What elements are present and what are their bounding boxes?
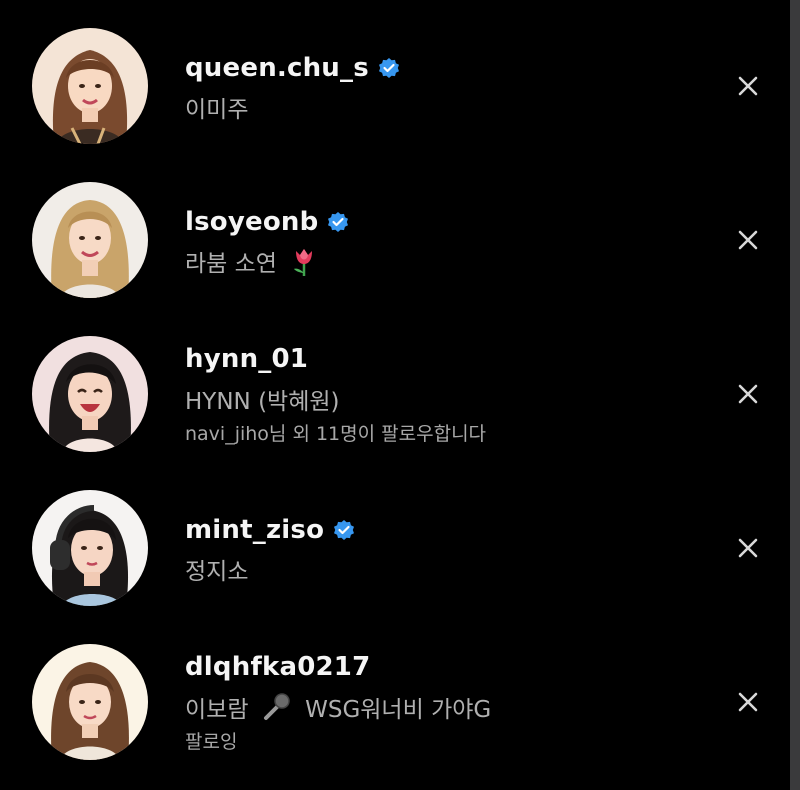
full-name-line: 라붐 소연 — [185, 244, 318, 278]
full-name: 정지소 — [185, 559, 249, 585]
full-name-before: 이보람 — [185, 697, 249, 723]
list-item[interactable]: queen.chu_s 이미주 — [0, 10, 790, 160]
list-item[interactable]: hynn_01 HYNN (박혜원) navi_jiho님 외 11명이 팔로우… — [0, 318, 790, 468]
close-icon[interactable] — [736, 74, 760, 98]
username-line: lsoyeonb — [185, 207, 350, 237]
username[interactable]: queen.chu_s — [185, 53, 369, 83]
username[interactable]: dlqhfka0217 — [185, 652, 370, 682]
username[interactable]: lsoyeonb — [185, 207, 318, 237]
avatar[interactable] — [32, 336, 148, 452]
username-line: dlqhfka0217 — [185, 652, 370, 682]
tulip-icon — [294, 249, 313, 276]
avatar[interactable] — [32, 28, 148, 144]
full-name-after: WSG워너비 가야G — [305, 697, 492, 723]
username-line: mint_ziso — [185, 515, 356, 545]
username-line: hynn_01 — [185, 344, 308, 374]
full-name-line: 이보람 WSG워너비 가야G — [185, 690, 491, 724]
verified-badge-icon — [378, 58, 399, 78]
followed-by-text: navi_jiho님 외 11명이 팔로우합니다 — [185, 423, 487, 445]
username[interactable]: hynn_01 — [185, 344, 308, 374]
avatar[interactable] — [32, 182, 148, 298]
following-status-text: 팔로잉 — [185, 731, 238, 753]
verified-badge-icon — [328, 212, 349, 232]
list-item[interactable]: dlqhfka0217 이보람 WSG워너비 가야G 팔로잉 — [0, 626, 790, 776]
avatar[interactable] — [32, 644, 148, 760]
microphone-icon — [263, 693, 290, 720]
close-icon[interactable] — [736, 382, 760, 406]
full-name: 라붐 소연 — [185, 251, 277, 277]
verified-badge-icon — [334, 520, 355, 540]
close-icon[interactable] — [736, 228, 760, 252]
scrollbar[interactable] — [790, 0, 800, 790]
avatar[interactable] — [32, 490, 148, 606]
full-name: HYNN (박혜원) — [185, 389, 340, 415]
full-name: 이미주 — [185, 97, 249, 123]
list-item[interactable]: lsoyeonb 라붐 소연 — [0, 164, 790, 314]
username-line: queen.chu_s — [185, 53, 401, 83]
username[interactable]: mint_ziso — [185, 515, 324, 545]
close-icon[interactable] — [736, 690, 760, 714]
close-icon[interactable] — [736, 536, 760, 560]
list-item[interactable]: mint_ziso 정지소 — [0, 472, 790, 622]
